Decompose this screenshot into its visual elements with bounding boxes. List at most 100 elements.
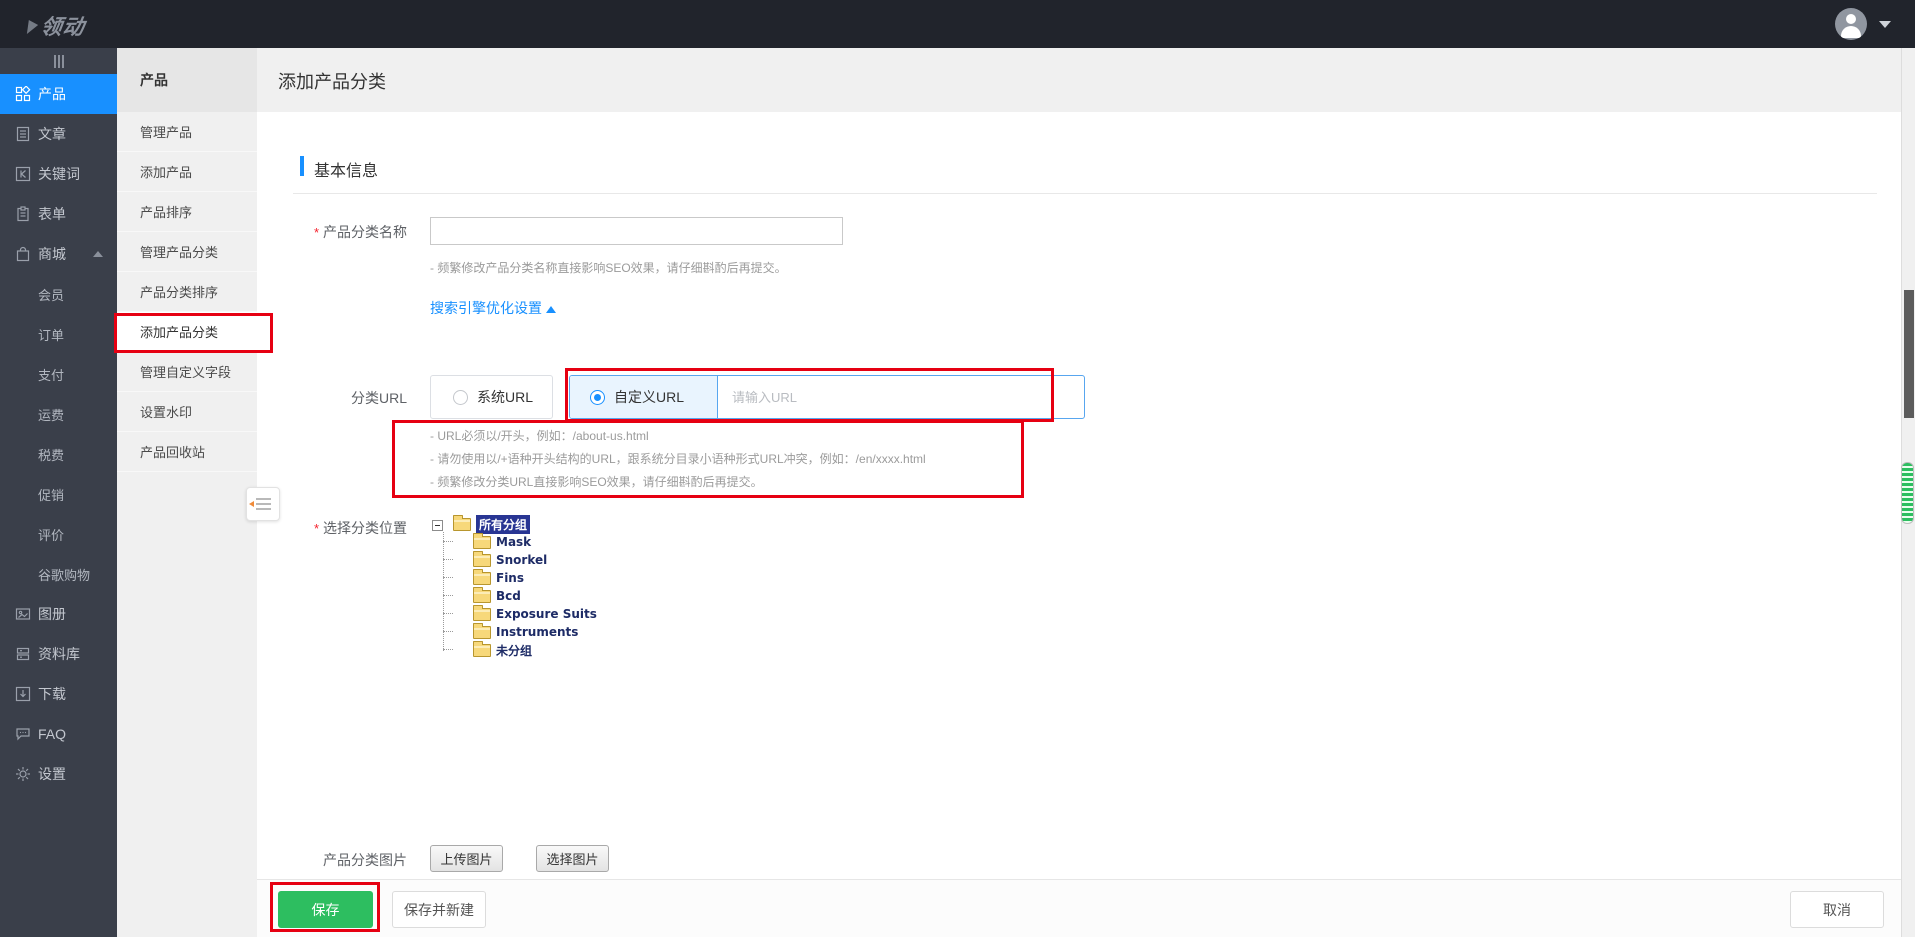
folder-icon <box>453 518 471 531</box>
chevron-down-icon <box>1879 21 1891 28</box>
tree-collapse-toggle[interactable] <box>432 520 443 531</box>
category-name-hint: - 频繁修改产品分类名称直接影响SEO效果，请仔细斟酌后再提交。 <box>430 259 787 276</box>
sidebar-item-members[interactable]: 会员 <box>0 274 117 314</box>
sidebar-item-forms[interactable]: 表单 <box>0 194 117 234</box>
tree-node-all-groups[interactable]: 所有分组 <box>476 515 530 534</box>
grid-icon <box>15 86 31 102</box>
user-menu[interactable] <box>1835 8 1893 40</box>
submenu-item-watermark[interactable]: 设置水印 <box>117 392 257 432</box>
category-name-input[interactable] <box>430 217 843 245</box>
tree-node-row[interactable]: Snorkel <box>473 551 547 569</box>
tree-node-row[interactable]: Fins <box>473 569 524 587</box>
submenu-collapse-button[interactable] <box>246 487 280 521</box>
sidebar-item-payment[interactable]: 支付 <box>0 354 117 394</box>
tree-node-snorkel[interactable]: Snorkel <box>496 553 547 567</box>
submenu-item-add-category[interactable]: 添加产品分类 <box>117 312 257 352</box>
submenu-item-custom-fields[interactable]: 管理自定义字段 <box>117 352 257 392</box>
submenu-item-recycle-bin[interactable]: 产品回收站 <box>117 432 257 472</box>
tree-node-exposure-suits[interactable]: Exposure Suits <box>496 607 597 621</box>
submenu-item-manage-products[interactable]: 管理产品 <box>117 112 257 152</box>
chevron-up-icon <box>546 306 556 313</box>
cancel-button[interactable]: 取消 <box>1790 891 1884 928</box>
tree-root-row[interactable]: 所有分组 <box>453 515 530 533</box>
sidebar-item-faq[interactable]: FAQ <box>0 714 117 754</box>
custom-url-option[interactable]: 自定义URL <box>570 376 718 418</box>
section-title: 基本信息 <box>314 157 378 181</box>
category-image-label: 产品分类图片 <box>257 850 407 870</box>
save-button[interactable]: 保存 <box>278 891 373 928</box>
folder-icon <box>473 626 491 639</box>
app-root: 领动 产品 文章 关键词 <box>0 0 1915 937</box>
sidebar-item-mall[interactable]: 商城 <box>0 234 117 274</box>
tree-node-mask[interactable]: Mask <box>496 535 531 549</box>
sidebar-item-downloads[interactable]: 下载 <box>0 674 117 714</box>
sidebar-item-shipping[interactable]: 运费 <box>0 394 117 434</box>
sidebar-item-tax[interactable]: 税费 <box>0 434 117 474</box>
submenu-item-add-product[interactable]: 添加产品 <box>117 152 257 192</box>
submenu-item-category-sort[interactable]: 产品分类排序 <box>117 272 257 312</box>
keyword-icon <box>15 166 31 182</box>
submenu-title: 产品 <box>117 48 257 112</box>
floating-side-widget[interactable] <box>1901 462 1914 524</box>
secondary-sidebar: 产品 管理产品 添加产品 产品排序 管理产品分类 产品分类排序 添加产品分类 管… <box>117 48 257 937</box>
category-position-label: 选择分类位置 <box>257 518 407 538</box>
system-url-option[interactable]: 系统URL <box>430 375 553 419</box>
sidebar-item-reviews[interactable]: 评价 <box>0 514 117 554</box>
radio-unselected-icon[interactable] <box>453 390 468 405</box>
menu-collapse-icon <box>256 498 271 510</box>
tree-node-ungrouped[interactable]: 未分组 <box>496 642 532 659</box>
divider <box>293 193 1877 194</box>
sidebar-item-promotion[interactable]: 促销 <box>0 474 117 514</box>
gallery-icon <box>15 606 31 622</box>
folder-icon <box>473 554 491 567</box>
shopping-bag-icon <box>15 246 31 262</box>
article-icon <box>15 126 31 142</box>
sidebar-item-products[interactable]: 产品 <box>0 74 117 114</box>
tree-node-row[interactable]: Instruments <box>473 623 578 641</box>
topbar: 领动 <box>0 0 1915 48</box>
sidebar-item-settings[interactable]: 设置 <box>0 754 117 794</box>
folder-icon <box>473 590 491 603</box>
tree-node-row[interactable]: Mask <box>473 533 531 551</box>
sidebar-collapse-handle[interactable] <box>0 48 117 74</box>
main-content: 基本信息 产品分类名称 - 频繁修改产品分类名称直接影响SEO效果，请仔细斟酌后… <box>257 112 1901 879</box>
url-hint-2: - 请勿使用以/+语种开头结构的URL，跟系统分目录小语种形式URL冲突，例如：… <box>430 450 926 467</box>
tree-node-instruments[interactable]: Instruments <box>496 625 578 639</box>
gear-icon <box>15 766 31 782</box>
submenu-item-manage-categories[interactable]: 管理产品分类 <box>117 232 257 272</box>
folder-icon <box>473 644 491 657</box>
sidebar-item-orders[interactable]: 订单 <box>0 314 117 354</box>
tree-node-row[interactable]: Bcd <box>473 587 521 605</box>
brand-logo: 领动 <box>26 11 87 41</box>
seo-settings-toggle[interactable]: 搜索引擎优化设置 <box>430 298 556 318</box>
choose-image-button[interactable]: 选择图片 <box>536 845 609 872</box>
tree-node-row[interactable]: 未分组 <box>473 641 532 659</box>
radio-selected-icon[interactable] <box>590 390 605 405</box>
upload-image-button[interactable]: 上传图片 <box>430 845 503 872</box>
sidebar-item-library[interactable]: 资料库 <box>0 634 117 674</box>
tree-node-row[interactable]: Exposure Suits <box>473 605 597 623</box>
chevron-up-icon <box>93 251 103 257</box>
sidebar-item-gallery[interactable]: 图册 <box>0 594 117 634</box>
sidebar-item-keywords[interactable]: 关键词 <box>0 154 117 194</box>
main-header: 添加产品分类 <box>257 48 1901 112</box>
submenu-item-product-sort[interactable]: 产品排序 <box>117 192 257 232</box>
sidebar-item-google-shopping[interactable]: 谷歌购物 <box>0 554 117 594</box>
save-and-new-button[interactable]: 保存并新建 <box>392 891 486 928</box>
category-name-label: 产品分类名称 <box>257 222 407 242</box>
download-icon <box>15 686 31 702</box>
tree-node-fins[interactable]: Fins <box>496 571 524 585</box>
footer-bar: 保存 保存并新建 取消 <box>257 879 1915 937</box>
folder-icon <box>473 536 491 549</box>
custom-url-input[interactable] <box>718 376 1084 418</box>
url-hint-3: - 频繁修改分类URL直接影响SEO效果，请仔细斟酌后再提交。 <box>430 473 763 490</box>
avatar[interactable] <box>1835 8 1867 40</box>
person-icon <box>1846 14 1856 24</box>
folder-icon <box>473 608 491 621</box>
scrollbar-thumb[interactable] <box>1904 290 1914 418</box>
sidebar-item-articles[interactable]: 文章 <box>0 114 117 154</box>
category-url-label: 分类URL <box>257 388 407 408</box>
section-accent-bar <box>300 156 304 176</box>
primary-sidebar: 产品 文章 关键词 表单 商城 会员 <box>0 48 117 937</box>
tree-node-bcd[interactable]: Bcd <box>496 589 521 603</box>
